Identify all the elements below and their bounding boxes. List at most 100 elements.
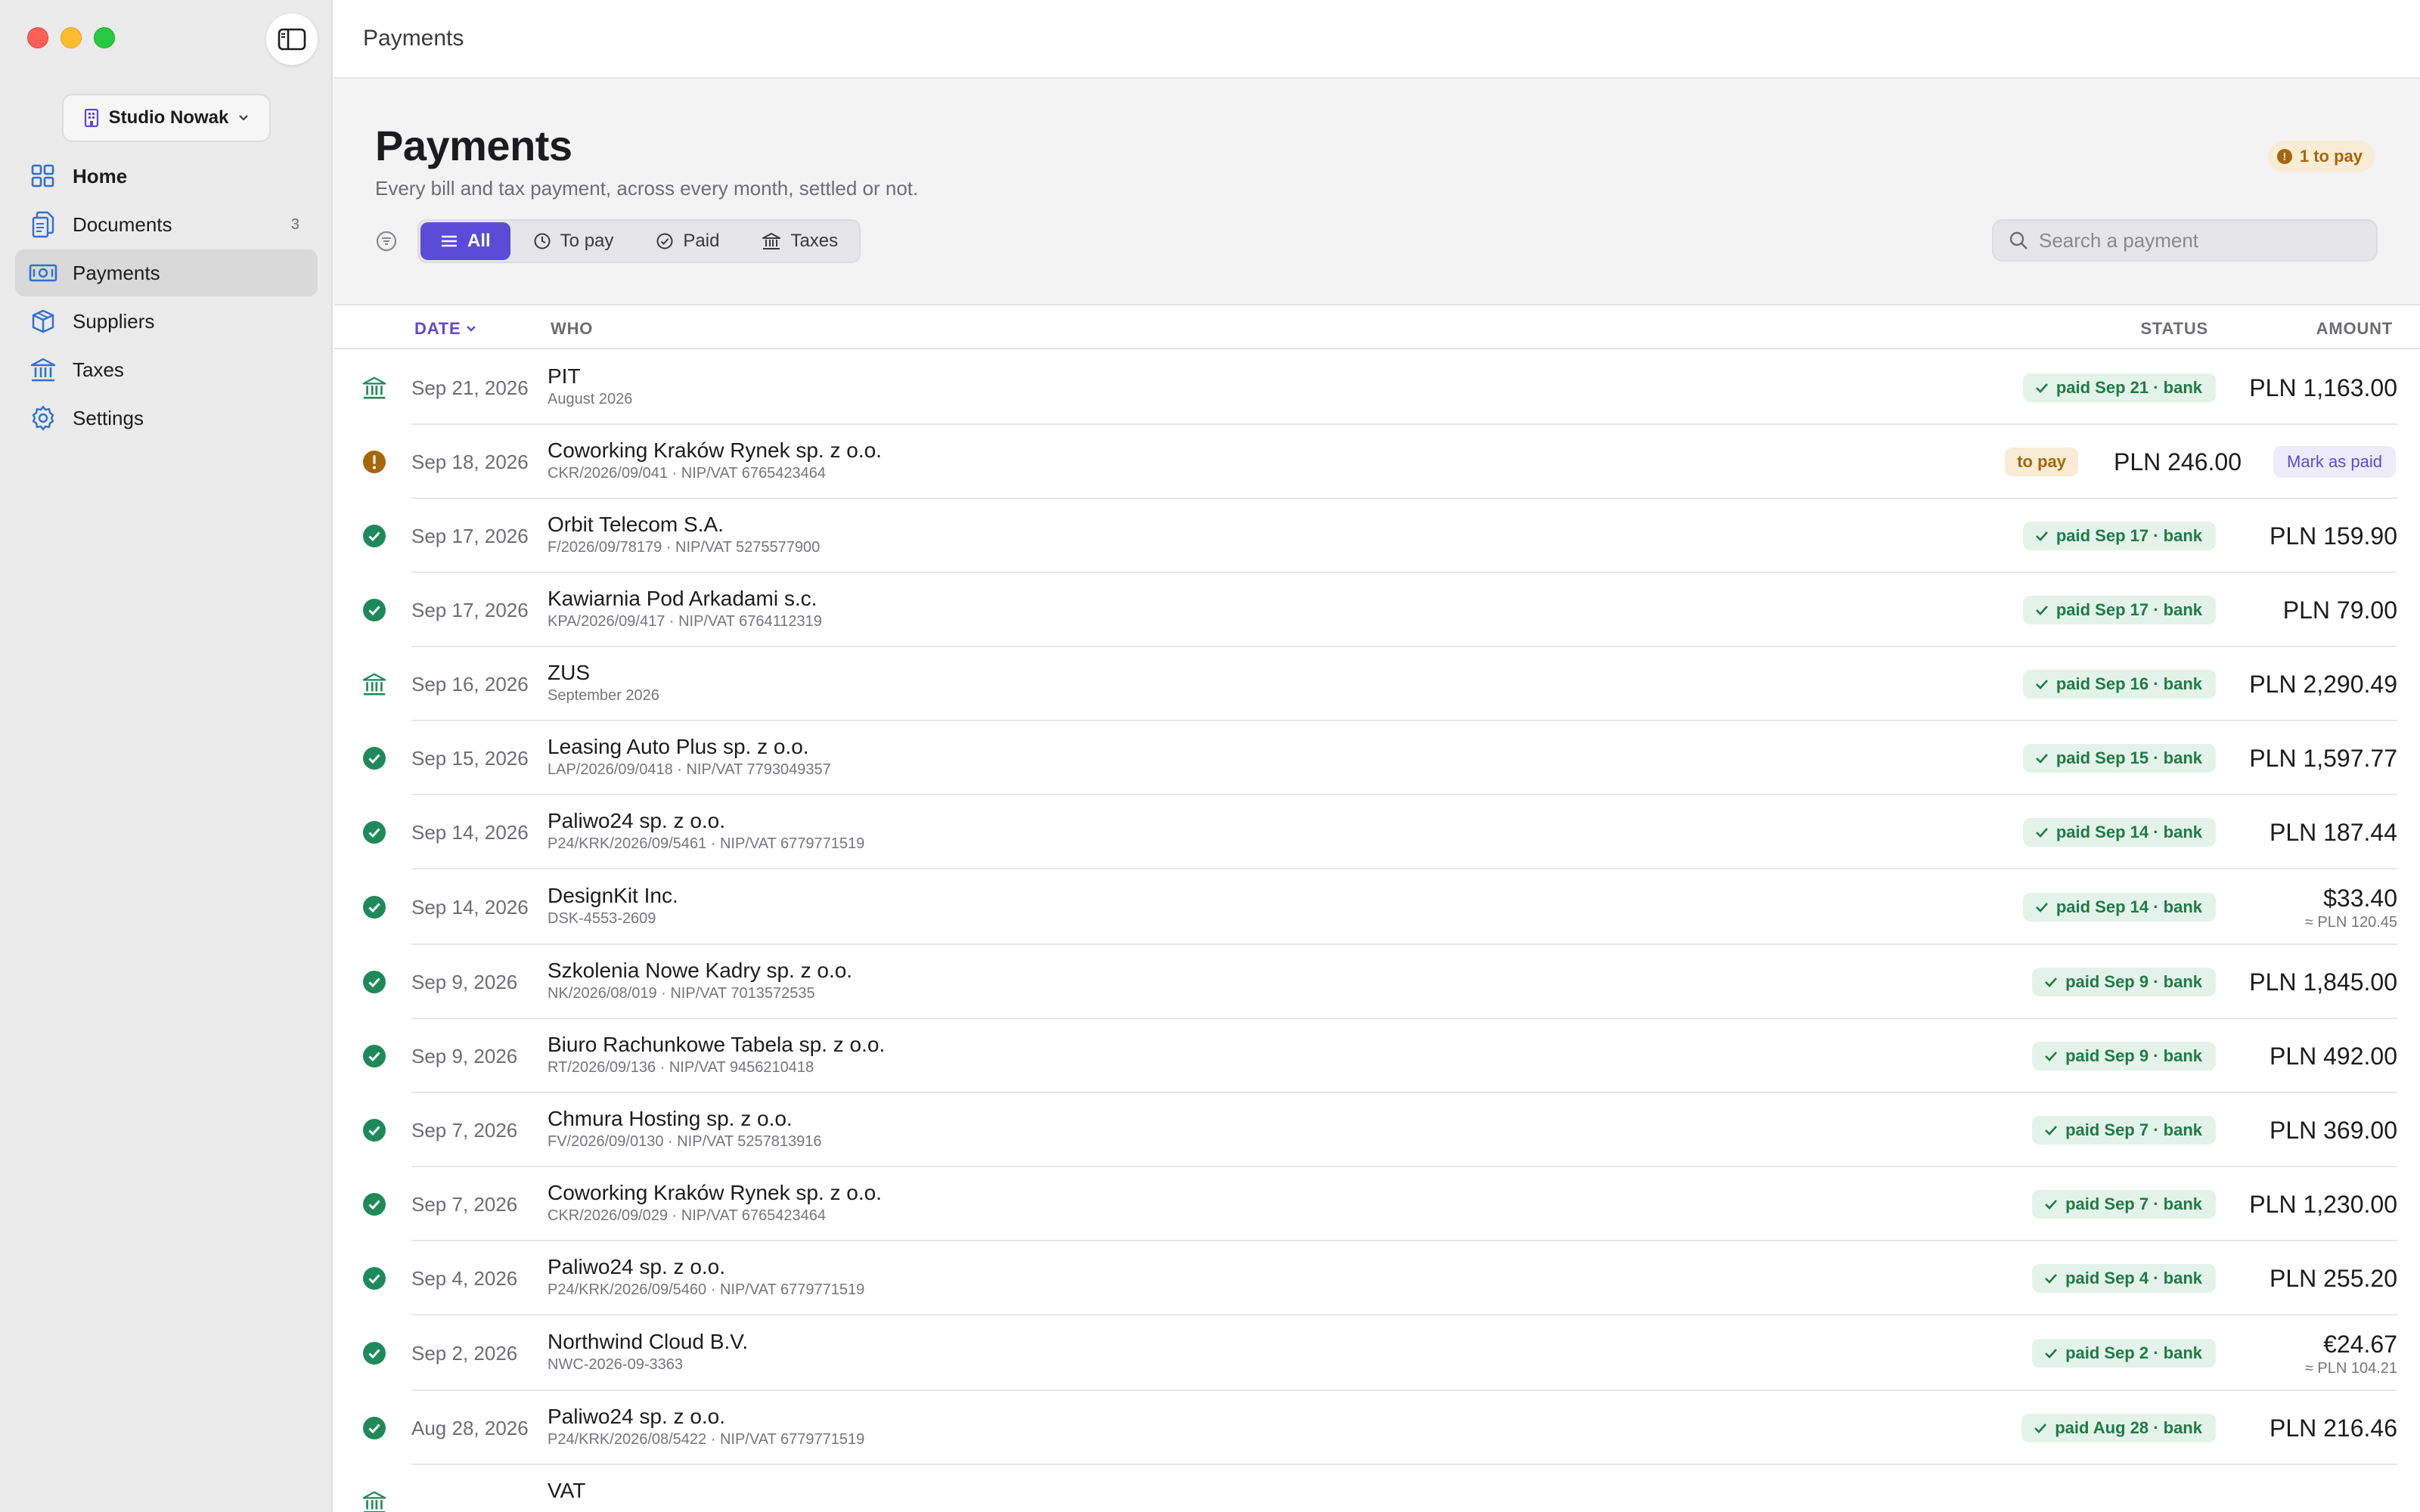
table-row[interactable]: Sep 15, 2026 Leasing Auto Plus sp. z o.o… <box>334 721 2420 795</box>
sidebar-item-label: Suppliers <box>73 309 155 333</box>
row-who: Coworking Kraków Rynek sp. z o.o. CKR/20… <box>548 438 882 483</box>
zoom-window-button[interactable] <box>94 27 115 48</box>
row-who: PIT August 2026 <box>548 364 632 409</box>
close-window-button[interactable] <box>27 27 48 48</box>
to-pay-badge[interactable]: ! 1 to pay <box>2267 141 2375 172</box>
row-date: Sep 14, 2026 <box>411 821 529 844</box>
document-reference: KPA/2026/09/417 · NIP/VAT 6764112319 <box>548 613 822 630</box>
row-who: Leasing Auto Plus sp. z o.o. LAP/2026/09… <box>548 734 831 779</box>
row-who: VAT <box>548 1478 585 1504</box>
page-header: Payments Every bill and tax payment, acr… <box>334 79 2420 305</box>
payment-amount: PLN 492.00 <box>2270 1043 2397 1070</box>
amount-value: PLN 369.00 <box>2269 1117 2397 1144</box>
status-label: paid Sep 9 · bank <box>2065 1046 2202 1065</box>
mark-as-paid-button[interactable]: Mark as paid <box>2273 446 2396 478</box>
table-row[interactable]: Sep 14, 2026 DesignKit Inc. DSK-4553-260… <box>334 869 2420 945</box>
table-row[interactable]: Sep 9, 2026 Szkolenia Nowe Kadry sp. z o… <box>334 945 2420 1019</box>
minimize-window-button[interactable] <box>60 27 82 48</box>
sidebar-item-taxes[interactable]: Taxes <box>15 346 318 393</box>
status-badge: paid Sep 7 · bank <box>2032 1116 2216 1145</box>
table-row[interactable]: Aug 28, 2026 Paliwo24 sp. z o.o. P24/KRK… <box>334 1391 2420 1465</box>
amount-column-header[interactable]: AMOUNT <box>2316 319 2393 339</box>
check-circle-icon <box>361 597 387 623</box>
search-input[interactable] <box>2039 228 2372 253</box>
sidebar-item-settings[interactable]: Settings <box>15 395 318 442</box>
who-column-header[interactable]: WHO <box>551 319 593 339</box>
table-row[interactable]: Sep 16, 2026 ZUS September 2026 paid Sep… <box>334 647 2420 721</box>
sidebar-item-label: Settings <box>73 406 144 429</box>
status-column-header[interactable]: STATUS <box>2140 319 2208 339</box>
sidebar-item-documents[interactable]: Documents 3 <box>15 201 318 248</box>
row-date: Sep 14, 2026 <box>411 896 529 919</box>
check-icon <box>2045 1052 2058 1061</box>
status-label: paid Sep 14 · bank <box>2055 823 2202 841</box>
table-row[interactable]: Sep 4, 2026 Paliwo24 sp. z o.o. P24/KRK/… <box>334 1241 2420 1315</box>
date-column-header[interactable]: DATE <box>414 319 477 339</box>
check-icon <box>2035 903 2048 912</box>
check-icon <box>2045 1200 2058 1210</box>
row-who: Paliwo24 sp. z o.o. P24/KRK/2026/08/5422… <box>548 1404 864 1449</box>
status-label: paid Sep 2 · bank <box>2065 1343 2202 1362</box>
table-row[interactable]: Sep 14, 2026 Paliwo24 sp. z o.o. P24/KRK… <box>334 795 2420 869</box>
filter-icon[interactable] <box>375 230 398 253</box>
status-badge: paid Sep 4 · bank <box>2032 1264 2216 1293</box>
status-badge: paid Sep 9 · bank <box>2032 1042 2216 1070</box>
sidebar-item-home[interactable]: Home <box>15 153 318 200</box>
sidebar: Studio Nowak Home Documents 3 Payments S… <box>0 0 333 1512</box>
tab-to-pay[interactable]: To pay <box>513 222 634 260</box>
sidebar-toggle-icon <box>278 28 306 51</box>
payment-amount: PLN 1,597.77 <box>2249 745 2397 773</box>
check-icon <box>2035 531 2048 541</box>
sidebar-item-payments[interactable]: Payments <box>15 249 318 296</box>
sidebar-nav: Home Documents 3 Payments Suppliers Taxe… <box>15 153 318 443</box>
document-reference: CKR/2026/09/041 · NIP/VAT 6765423464 <box>548 465 827 482</box>
status-badge: paid Sep 14 · bank <box>2022 818 2216 847</box>
tab-taxes[interactable]: Taxes <box>742 222 858 260</box>
document-reference: NWC-2026-09-3363 <box>548 1356 683 1373</box>
bank-icon <box>361 1489 387 1512</box>
search-field[interactable] <box>1992 219 2378 262</box>
table-row[interactable]: Sep 18, 2026 Coworking Kraków Rynek sp. … <box>334 425 2420 499</box>
row-date: Aug 28, 2026 <box>411 1417 529 1439</box>
supplier-name: DesignKit Inc. <box>548 884 678 907</box>
document-reference: CKR/2026/09/029 · NIP/VAT 6765423464 <box>548 1207 827 1224</box>
status-label: paid Aug 28 · bank <box>2055 1418 2202 1437</box>
table-row[interactable]: Sep 7, 2026 Chmura Hosting sp. z o.o. FV… <box>334 1093 2420 1167</box>
amount-value: PLN 492.00 <box>2269 1043 2397 1070</box>
payment-amount: PLN 1,230.00 <box>2249 1191 2397 1219</box>
tab-label: To pay <box>560 231 614 251</box>
tab-label: Taxes <box>790 231 839 251</box>
document-reference: LAP/2026/09/0418 · NIP/VAT 7793049357 <box>548 761 831 778</box>
row-date: Sep 17, 2026 <box>411 525 529 547</box>
row-who: Paliwo24 sp. z o.o. P24/KRK/2026/09/5460… <box>548 1254 864 1300</box>
workspace-switcher[interactable]: Studio Nowak <box>62 94 271 142</box>
row-who: Coworking Kraków Rynek sp. z o.o. CKR/20… <box>548 1180 882 1225</box>
window-controls <box>27 27 115 48</box>
sidebar-item-suppliers[interactable]: Suppliers <box>15 298 318 345</box>
payment-amount: €24.67 ≈ PLN 104.21 <box>2305 1331 2397 1377</box>
sidebar-toggle-button[interactable] <box>266 14 318 65</box>
table-row[interactable]: Sep 21, 2026 PIT August 2026 paid Sep 21… <box>334 351 2420 425</box>
document-reference: P24/KRK/2026/09/5460 · NIP/VAT 677977151… <box>548 1281 865 1298</box>
sidebar-item-label: Taxes <box>73 358 124 381</box>
tab-paid[interactable]: Paid <box>636 222 739 260</box>
table-row[interactable]: Sep 7, 2026 Coworking Kraków Rynek sp. z… <box>334 1167 2420 1241</box>
tab-all[interactable]: All <box>420 222 510 260</box>
table-row[interactable]: VAT <box>334 1465 2420 1512</box>
table-row[interactable]: Sep 17, 2026 Kawiarnia Pod Arkadami s.c.… <box>334 573 2420 647</box>
amount-value: PLN 1,845.00 <box>2249 968 2397 996</box>
payment-amount: $33.40 ≈ PLN 120.45 <box>2305 885 2397 931</box>
supplier-name: Szkolenia Nowe Kadry sp. z o.o. <box>548 959 853 982</box>
row-date: Sep 2, 2026 <box>411 1342 518 1365</box>
check-circle-icon <box>361 820 387 845</box>
supplier-name: Leasing Auto Plus sp. z o.o. <box>548 735 809 758</box>
status-badge: paid Sep 7 · bank <box>2032 1190 2216 1219</box>
status-label: paid Sep 17 · bank <box>2055 526 2202 545</box>
building-icon <box>84 108 98 128</box>
date-column-label: DATE <box>414 319 461 338</box>
table-row[interactable]: Sep 17, 2026 Orbit Telecom S.A. F/2026/0… <box>334 499 2420 573</box>
clock-icon <box>534 233 551 249</box>
table-row[interactable]: Sep 2, 2026 Northwind Cloud B.V. NWC-202… <box>334 1315 2420 1391</box>
amount-value: PLN 2,290.49 <box>2249 671 2397 698</box>
table-row[interactable]: Sep 9, 2026 Biuro Rachunkowe Tabela sp. … <box>334 1019 2420 1093</box>
